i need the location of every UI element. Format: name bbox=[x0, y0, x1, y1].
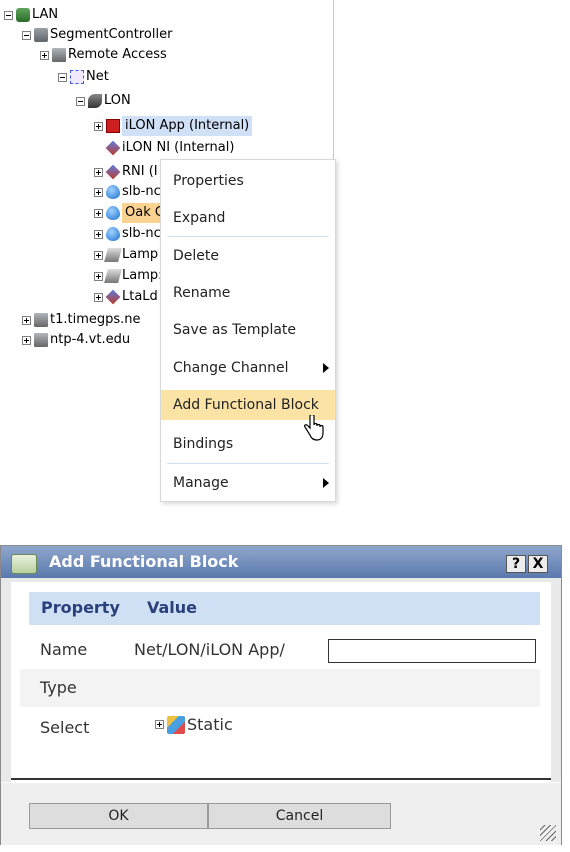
menu-separator bbox=[167, 463, 329, 464]
lan-icon bbox=[16, 8, 30, 22]
tree-node-ilon-app[interactable]: iLON App (Internal) bbox=[94, 116, 253, 136]
tree-node-lamp-2[interactable]: Lamp: bbox=[94, 266, 163, 286]
tree-node-rni[interactable]: RNI (I bbox=[94, 162, 158, 182]
device-icon bbox=[106, 185, 120, 199]
device-icon bbox=[106, 206, 120, 220]
row-value: Net/LON/iLON App/ bbox=[134, 640, 285, 659]
collapse-icon[interactable] bbox=[4, 10, 13, 20]
tree-node-segmentcontroller[interactable]: SegmentController bbox=[22, 25, 172, 45]
row-key: Type bbox=[40, 678, 77, 697]
lamp-icon bbox=[104, 269, 122, 283]
tree-node-slb-1[interactable]: slb-nc bbox=[94, 182, 161, 202]
phone-icon bbox=[52, 48, 66, 62]
lamp-icon bbox=[104, 248, 122, 262]
resize-grip-icon[interactable] bbox=[540, 825, 556, 841]
expand-icon[interactable] bbox=[94, 250, 103, 260]
menu-item-label: Change Channel bbox=[173, 360, 289, 376]
expand-icon[interactable] bbox=[94, 292, 103, 302]
menu-separator bbox=[167, 236, 329, 237]
expand-icon[interactable] bbox=[94, 167, 103, 177]
menu-item-rename[interactable]: Rename bbox=[161, 278, 335, 308]
submenu-arrow-icon bbox=[323, 478, 329, 488]
menu-item-manage[interactable]: Manage bbox=[161, 468, 335, 498]
tree-node-lan[interactable]: LAN bbox=[4, 5, 58, 25]
expand-icon[interactable] bbox=[94, 271, 103, 281]
cancel-button[interactable]: Cancel bbox=[208, 803, 391, 829]
menu-item-label: Manage bbox=[173, 475, 229, 491]
tree-node-ltald[interactable]: LtaLd bbox=[94, 287, 158, 307]
menu-item-change-channel[interactable]: Change Channel bbox=[161, 353, 335, 383]
name-input[interactable] bbox=[328, 639, 536, 663]
expand-icon[interactable] bbox=[94, 229, 103, 239]
menu-item-properties[interactable]: Properties bbox=[161, 166, 335, 196]
close-button[interactable]: X bbox=[528, 555, 548, 573]
dialog-title: Add Functional Block bbox=[49, 552, 239, 571]
submenu-arrow-icon bbox=[323, 363, 329, 373]
computer-icon bbox=[34, 313, 48, 327]
controller-icon bbox=[34, 28, 48, 42]
expand-icon[interactable] bbox=[94, 187, 103, 197]
ltald-icon bbox=[105, 289, 121, 305]
tree-node-remote-access[interactable]: Remote Access bbox=[40, 45, 167, 65]
expand-icon[interactable] bbox=[94, 121, 103, 131]
menu-item-save-as-template[interactable]: Save as Template bbox=[161, 315, 335, 345]
collapse-icon[interactable] bbox=[22, 30, 31, 40]
menu-item-delete[interactable]: Delete bbox=[161, 241, 335, 271]
row-key: Name bbox=[40, 640, 88, 659]
tree-node-lamp-1[interactable]: Lamp bbox=[94, 245, 158, 265]
tree-node-timegps[interactable]: t1.timegps.ne bbox=[22, 310, 141, 330]
tree-node-slb-2[interactable]: slb-nc bbox=[94, 224, 161, 244]
ilon-ni-icon bbox=[105, 140, 121, 156]
property-table-header: Property Value bbox=[29, 592, 540, 625]
panel-divider bbox=[333, 0, 334, 160]
device-icon bbox=[106, 227, 120, 241]
expand-icon[interactable] bbox=[40, 50, 49, 60]
row-key: Select bbox=[40, 718, 90, 737]
rni-icon bbox=[105, 164, 121, 180]
table-row-select: Select bbox=[20, 709, 540, 747]
hand-cursor-icon bbox=[304, 415, 324, 441]
lon-channel-icon bbox=[88, 94, 102, 108]
footer-divider bbox=[11, 778, 551, 780]
tree-node-static[interactable]: Static bbox=[155, 715, 233, 734]
tree-node-net[interactable]: Net bbox=[58, 67, 109, 87]
column-header-value: Value bbox=[147, 598, 198, 617]
column-header-property: Property bbox=[41, 598, 120, 617]
help-button[interactable]: ? bbox=[506, 555, 526, 573]
collapse-icon[interactable] bbox=[76, 96, 85, 106]
expand-icon[interactable] bbox=[22, 315, 31, 325]
expand-icon[interactable] bbox=[155, 720, 164, 729]
tree-node-ntp[interactable]: ntp-4.vt.edu bbox=[22, 330, 130, 350]
dialog-window-icon bbox=[11, 554, 37, 574]
expand-icon[interactable] bbox=[22, 335, 31, 345]
tree-node-lon[interactable]: LON bbox=[76, 91, 131, 111]
collapse-icon[interactable] bbox=[58, 72, 67, 82]
tree-node-ilon-ni[interactable]: iLON NI (Internal) bbox=[105, 138, 234, 158]
dialog-titlebar[interactable]: Add Functional Block ? X bbox=[1, 546, 561, 578]
computer-icon bbox=[34, 333, 48, 347]
context-menu: Properties Expand Delete Rename Save as … bbox=[160, 159, 336, 502]
table-row-type: Type bbox=[20, 669, 540, 707]
ok-button[interactable]: OK bbox=[29, 803, 208, 829]
network-icon bbox=[70, 70, 84, 84]
expand-icon[interactable] bbox=[94, 208, 103, 218]
static-template-icon bbox=[167, 715, 185, 734]
tree-node-oak[interactable]: Oak C bbox=[94, 203, 167, 223]
menu-item-expand[interactable]: Expand bbox=[161, 203, 335, 233]
ilon-app-icon bbox=[106, 119, 120, 133]
